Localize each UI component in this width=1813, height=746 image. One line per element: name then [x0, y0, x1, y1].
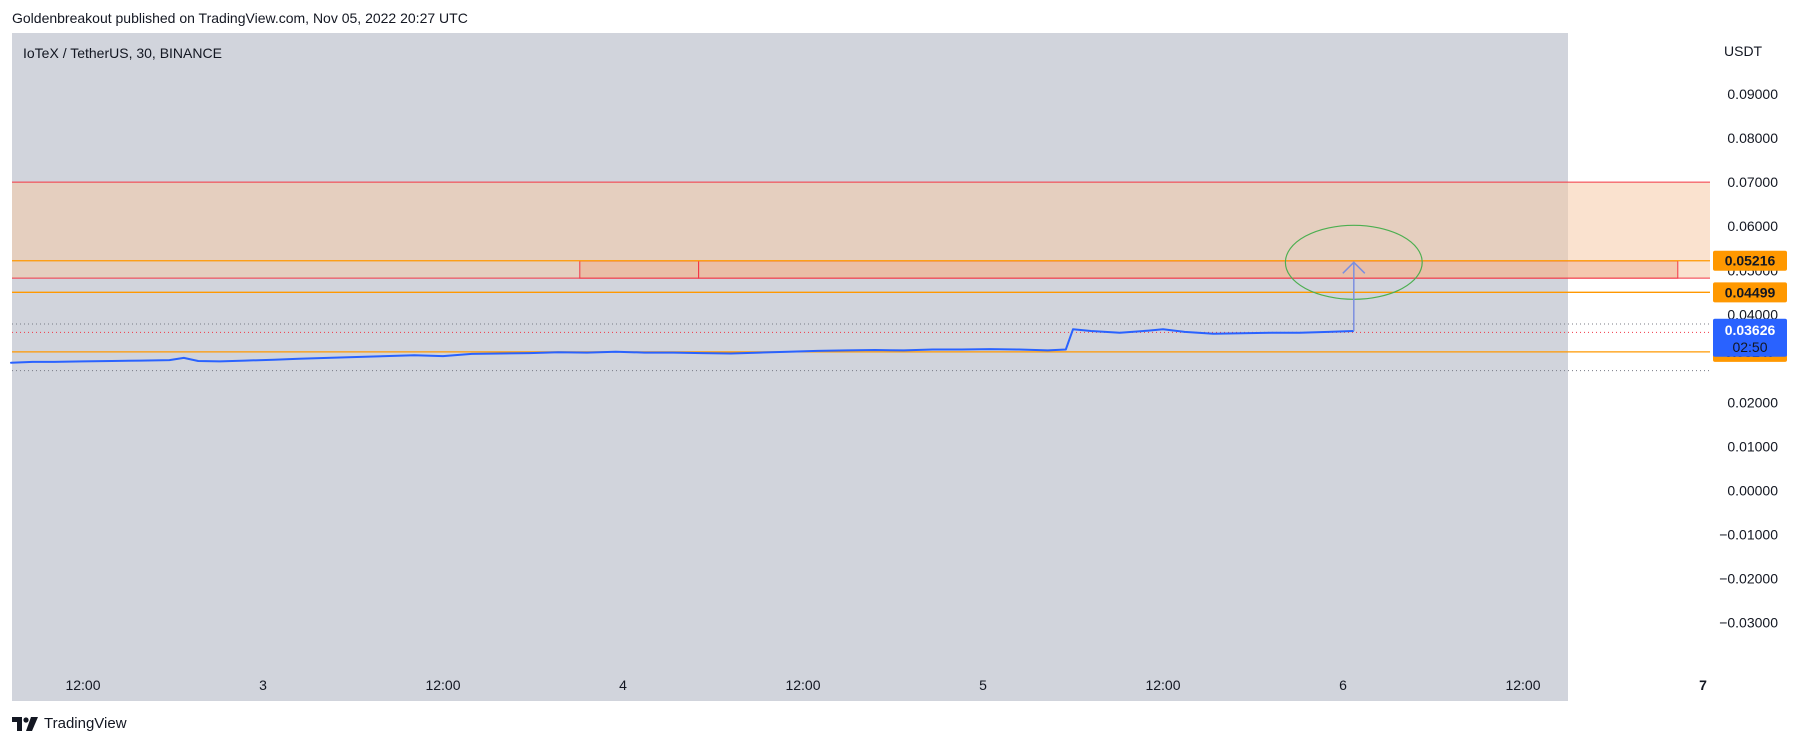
- symbol-title[interactable]: IoTeX / TetherUS, 30, BINANCE: [23, 45, 222, 61]
- y-tick-label-3: 0.06000: [1727, 218, 1778, 234]
- x-tick-label-8: 12:00: [1505, 677, 1540, 693]
- x-tick-label-6: 12:00: [1145, 677, 1180, 693]
- tradingview-branding[interactable]: TradingView: [12, 715, 127, 732]
- x-tick-label-3: 4: [619, 677, 627, 693]
- zone-sub-box-1[interactable]: [698, 260, 1679, 279]
- x-tick-label-9: 7: [1699, 677, 1707, 693]
- y-tick-label-0: 0.09000: [1727, 86, 1778, 102]
- level-badge-0-text: 0.05216: [1725, 253, 1776, 269]
- x-tick-label-0: 12:00: [65, 677, 100, 693]
- y-tick-label-1: 0.08000: [1727, 130, 1778, 146]
- tradingview-brand-text: TradingView: [44, 715, 127, 732]
- plot-background: [12, 33, 1568, 701]
- x-tick-label-2: 12:00: [425, 677, 460, 693]
- countdown-text: 02:50: [1732, 339, 1767, 355]
- y-tick-label-10: −0.02000: [1719, 571, 1778, 587]
- currency-label: USDT: [1724, 43, 1763, 59]
- y-tick-label-2: 0.07000: [1727, 174, 1778, 190]
- x-tick-label-4: 12:00: [785, 677, 820, 693]
- y-tick-label-7: 0.01000: [1727, 438, 1778, 454]
- y-tick-label-6: 0.02000: [1727, 394, 1778, 410]
- price-chart[interactable]: IoTeX / TetherUS, 30, BINANCE USDT 0.090…: [0, 0, 1813, 746]
- y-tick-label-8: 0.00000: [1727, 483, 1778, 499]
- tradingview-logo-icon: [12, 716, 38, 731]
- x-tick-label-5: 5: [979, 677, 987, 693]
- current-price-text: 0.03626: [1725, 322, 1776, 338]
- y-tick-label-11: −0.03000: [1719, 615, 1778, 631]
- x-tick-label-1: 3: [259, 677, 267, 693]
- x-tick-label-7: 6: [1339, 677, 1347, 693]
- y-tick-label-9: −0.01000: [1719, 527, 1778, 543]
- level-badge-1-text: 0.04499: [1725, 284, 1776, 300]
- zone-sub-box-0[interactable]: [579, 260, 700, 279]
